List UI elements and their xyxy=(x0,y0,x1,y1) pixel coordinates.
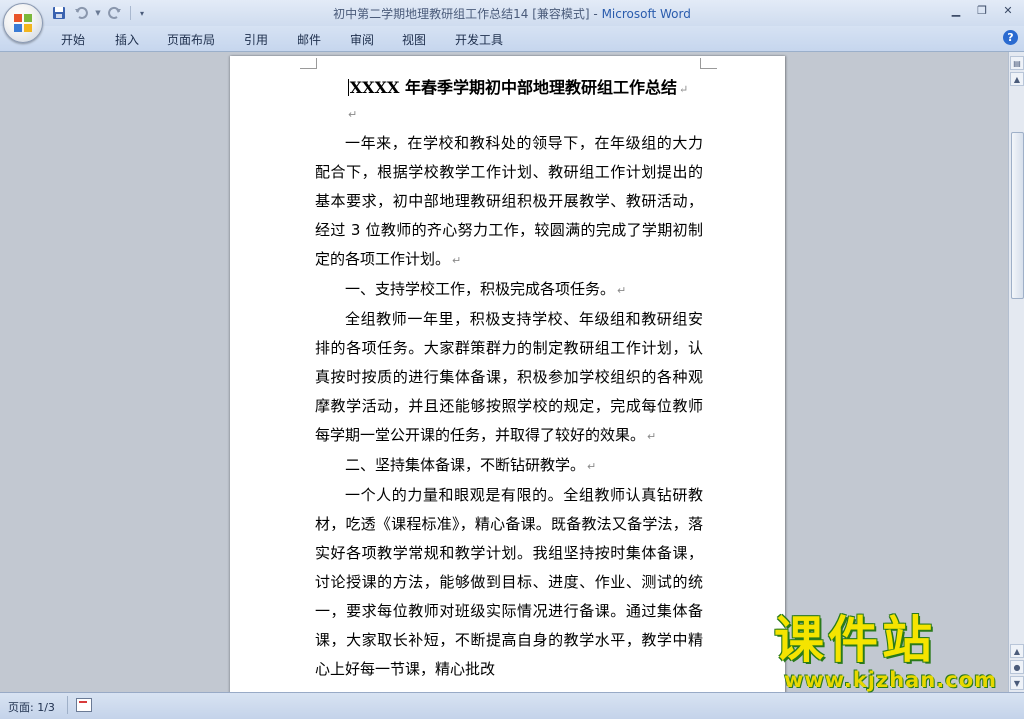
office-logo-icon xyxy=(14,14,32,32)
paragraph-mark: ↵ xyxy=(679,83,689,96)
paragraph: 全组教师一年里，积极支持学校、年级组和教研组安排的各项任务。大家群策群力的制定教… xyxy=(315,310,703,444)
paragraph: 一个人的力量和眼观是有限的。全组教师认真钻研教材，吃透《课程标准》，精心备课。既… xyxy=(315,486,703,678)
tab-home[interactable]: 开始 xyxy=(61,31,85,48)
paragraph: 一年来，在学校和教科处的领导下，在年级组的大力配合下，根据学校教学工作计划、教研… xyxy=(315,134,703,268)
document-workspace[interactable]: XXXX 年春季学期初中部地理教研组工作总结 ↵ ↵ 一年来，在学校和教科处的领导… xyxy=(0,52,1008,692)
tab-view[interactable]: 视图 xyxy=(402,31,426,48)
watermark-url: www.kjzhan.com xyxy=(784,668,998,692)
help-icon[interactable]: ? xyxy=(1003,30,1018,45)
restore-icon[interactable]: ❐ xyxy=(970,2,994,20)
tab-mailings[interactable]: 邮件 xyxy=(297,31,321,48)
page-indicator[interactable]: 页面: 1/3 xyxy=(8,699,55,715)
proofing-icon[interactable] xyxy=(76,698,92,712)
document-heading-text: XXXX 年春季学期初中部地理教研组工作总结 xyxy=(349,78,677,97)
tab-insert[interactable]: 插入 xyxy=(115,31,139,48)
ruler-toggle-icon[interactable]: ▤ xyxy=(1010,56,1024,70)
tab-developer[interactable]: 开发工具 xyxy=(455,31,503,48)
paragraph: 二、坚持集体备课，不断钻研教学。 ↵ xyxy=(345,456,597,474)
office-button[interactable] xyxy=(3,3,43,43)
vertical-scrollbar[interactable]: ▤ ▲ ▲ ● ▼ xyxy=(1008,52,1024,692)
margin-corner-right xyxy=(700,58,717,69)
title-bar: ▼ ▾ 初中第二学期地理教研组工作总结14 [兼容模式] - Microsoft… xyxy=(0,0,1024,26)
paragraph: 一、支持学校工作，积极完成各项任务。 ↵ xyxy=(345,280,627,298)
window-title: 初中第二学期地理教研组工作总结14 [兼容模式] - Microsoft Wor… xyxy=(0,5,1024,22)
document-name: 初中第二学期地理教研组工作总结14 [兼容模式] - xyxy=(333,7,602,21)
text-cursor xyxy=(347,79,349,96)
document-page[interactable]: XXXX 年春季学期初中部地理教研组工作总结 ↵ ↵ 一年来，在学校和教科处的领导… xyxy=(230,56,785,692)
close-icon[interactable]: ✕ xyxy=(996,2,1020,20)
status-separator xyxy=(67,696,68,714)
watermark: 课件站 www.kjzhan.com xyxy=(770,612,1020,692)
watermark-brand: 课件站 xyxy=(774,611,936,669)
window-controls: ▁ ❐ ✕ xyxy=(944,2,1020,20)
scroll-up-icon[interactable]: ▲ xyxy=(1010,72,1024,86)
ribbon-tabs: 开始 插入 页面布局 引用 邮件 审阅 视图 开发工具 ? xyxy=(0,26,1024,52)
minimize-icon[interactable]: ▁ xyxy=(944,2,968,20)
scrollbar-thumb[interactable] xyxy=(1011,132,1024,299)
status-bar: 页面: 1/3 xyxy=(0,692,1024,719)
app-name: Microsoft Word xyxy=(601,7,691,21)
paragraph-mark: ↵ xyxy=(348,108,358,121)
margin-corner-left xyxy=(300,58,317,69)
document-body[interactable]: 一年来，在学校和教科处的领导下，在年级组的大力配合下，根据学校教学工作计划、教研… xyxy=(315,129,703,684)
document-heading[interactable]: XXXX 年春季学期初中部地理教研组工作总结 ↵ xyxy=(328,74,708,98)
tab-page-layout[interactable]: 页面布局 xyxy=(167,31,215,48)
tab-references[interactable]: 引用 xyxy=(244,31,268,48)
tab-review[interactable]: 审阅 xyxy=(350,31,374,48)
